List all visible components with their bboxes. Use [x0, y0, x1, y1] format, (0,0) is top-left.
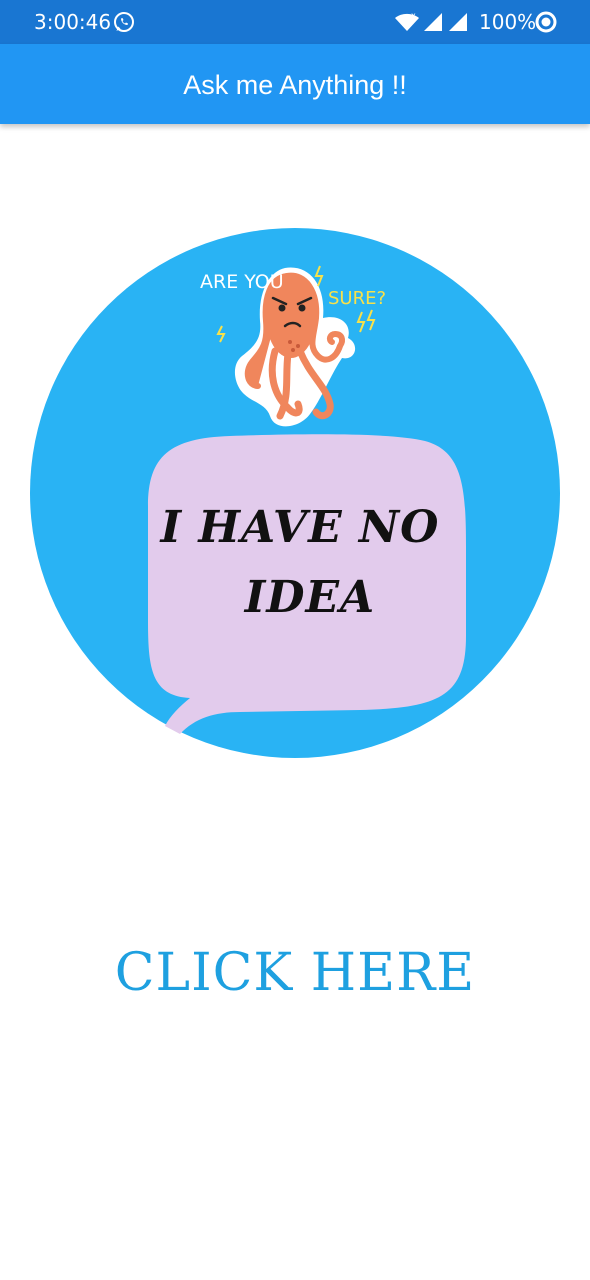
bubble-text-line2: IDEA [244, 572, 376, 623]
answer-image: ARE YOU SURE? [30, 228, 560, 758]
status-bar: 3:00:46 x 100% [0, 0, 590, 44]
wifi-icon: x [395, 12, 419, 31]
sticker-text-left: ARE YOU [200, 271, 284, 293]
sticker-text-right: SURE? [328, 288, 386, 309]
svg-text:x: x [411, 12, 416, 20]
cell-signal-icon [424, 13, 442, 31]
app-bar: Ask me Anything !! [0, 44, 590, 124]
whatsapp-icon [114, 12, 134, 32]
battery-percentage: 100% [479, 10, 537, 34]
status-time: 3:00:46 [34, 10, 112, 34]
bubble-text-line1: I HAVE NO [160, 502, 440, 553]
click-here-button[interactable]: CLICK HERE [110, 938, 480, 1008]
circle-status-icon [535, 11, 557, 33]
cell-signal-icon [449, 13, 467, 31]
app-title: Ask me Anything !! [183, 70, 407, 100]
